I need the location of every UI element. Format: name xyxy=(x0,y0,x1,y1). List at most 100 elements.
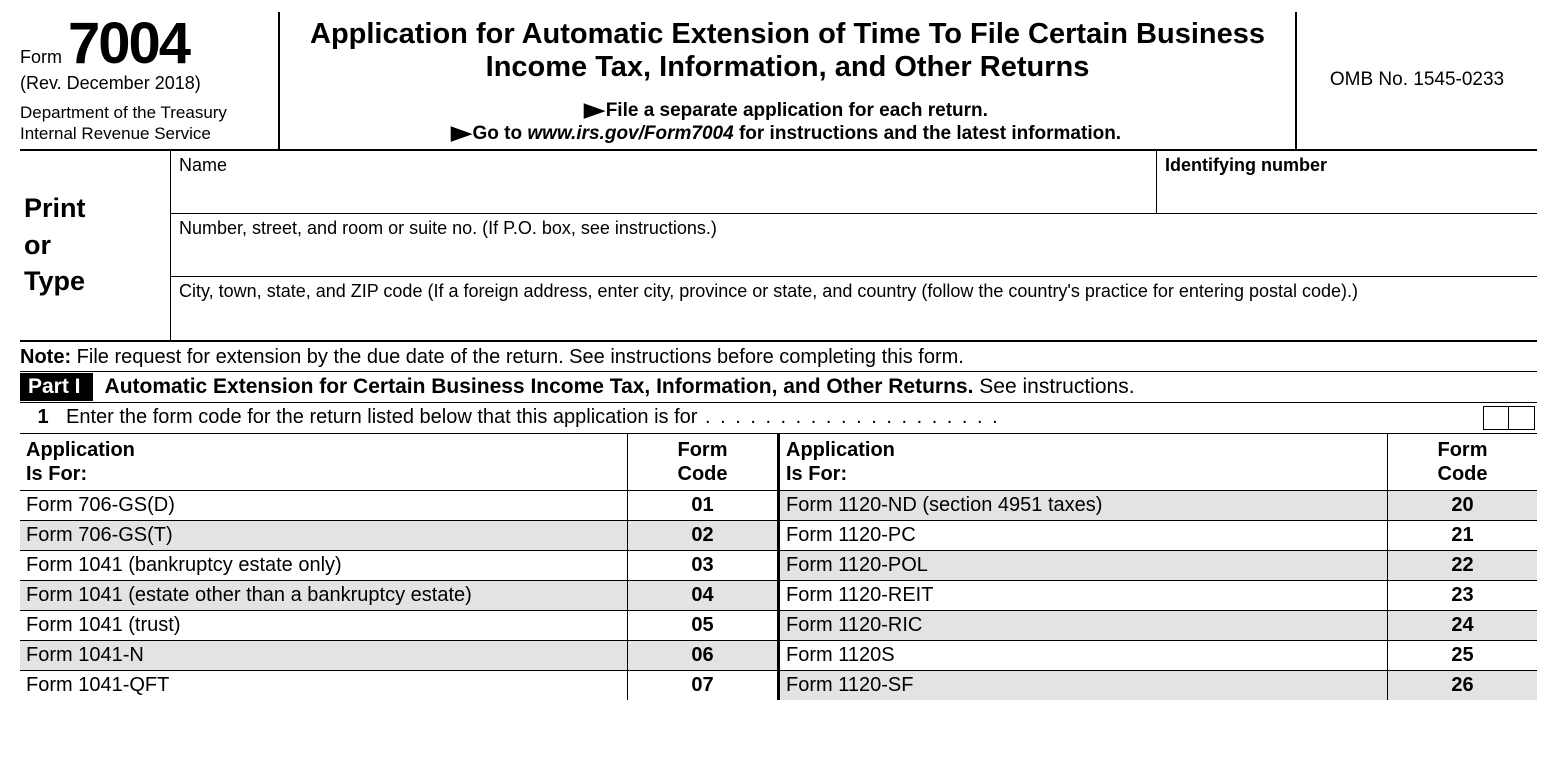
right-rows-container: Form 1120-ND (section 4951 taxes)20Form … xyxy=(780,491,1537,700)
header-form-code: FormCode xyxy=(1387,434,1537,490)
header-form-code: FormCode xyxy=(627,434,777,490)
form-code: 01 xyxy=(627,491,777,520)
revision-date: (Rev. December 2018) xyxy=(20,73,270,94)
application-name: Form 706-GS(T) xyxy=(20,521,627,550)
identity-fields: Name Identifying number Number, street, … xyxy=(170,151,1537,340)
table-row: Form 706-GS(D)01 xyxy=(20,491,777,521)
application-name: Form 1041 (estate other than a bankruptc… xyxy=(20,581,627,610)
form-number-line: Form 7004 xyxy=(20,16,270,71)
note-bold: Note: xyxy=(20,346,71,368)
print-or-type: Print or Type xyxy=(20,151,170,340)
table-row: Form 1120-RIC24 xyxy=(780,611,1537,641)
sub1-text: File a separate application for each ret… xyxy=(606,100,988,121)
table-right-column: ApplicationIs For: FormCode Form 1120-ND… xyxy=(780,434,1537,700)
form-7004: Form 7004 (Rev. December 2018) Departmen… xyxy=(20,12,1537,700)
application-name: Form 706-GS(D) xyxy=(20,491,627,520)
table-row: Form 1120-SF26 xyxy=(780,671,1537,700)
table-header-right: ApplicationIs For: FormCode xyxy=(780,434,1537,491)
application-table: ApplicationIs For: FormCode Form 706-GS(… xyxy=(20,434,1537,700)
arrow-icon: ▶ xyxy=(584,99,604,122)
sub-line-2: ▶Go to www.irs.gov/Form7004 for instruct… xyxy=(294,122,1281,145)
form-code: 02 xyxy=(627,521,777,550)
part-badge: Part I xyxy=(20,373,93,401)
print-type-text: Print or Type xyxy=(24,190,86,299)
table-row: Form 1041 (bankruptcy estate only)03 xyxy=(20,551,777,581)
form-code-entry[interactable] xyxy=(1483,406,1535,430)
application-name: Form 1041 (bankruptcy estate only) xyxy=(20,551,627,580)
identity-block: Print or Type Name Identifying number Nu… xyxy=(20,151,1537,342)
sub2-post: for instructions and the latest informat… xyxy=(734,123,1121,144)
application-name: Form 1120S xyxy=(780,641,1387,670)
form-code: 06 xyxy=(627,641,777,670)
table-row: Form 1041-N06 xyxy=(20,641,777,671)
application-name: Form 1041-N xyxy=(20,641,627,670)
table-header-left: ApplicationIs For: FormCode xyxy=(20,434,777,491)
form-code: 04 xyxy=(627,581,777,610)
form-code: 07 xyxy=(627,671,777,700)
application-name: Form 1120-POL xyxy=(780,551,1387,580)
header-application: ApplicationIs For: xyxy=(780,434,1387,490)
pt-line-1: Print xyxy=(24,190,86,226)
part-title-rest: See instructions. xyxy=(973,375,1134,398)
header-application: ApplicationIs For: xyxy=(20,434,627,490)
header-right: OMB No. 1545-0233 xyxy=(1297,12,1537,149)
header-left: Form 7004 (Rev. December 2018) Departmen… xyxy=(20,12,280,149)
pt-line-2: or xyxy=(24,227,86,263)
table-row: Form 1120S25 xyxy=(780,641,1537,671)
application-name: Form 1041-QFT xyxy=(20,671,627,700)
form-label: Form xyxy=(20,47,62,68)
application-name: Form 1041 (trust) xyxy=(20,611,627,640)
table-row: Form 1120-PC21 xyxy=(780,521,1537,551)
table-row: Form 1120-POL22 xyxy=(780,551,1537,581)
table-row: Form 1120-REIT23 xyxy=(780,581,1537,611)
form-number: 7004 xyxy=(68,16,189,71)
application-name: Form 1120-SF xyxy=(780,671,1387,700)
form-code: 21 xyxy=(1387,521,1537,550)
name-field[interactable]: Name xyxy=(171,151,1157,213)
name-row: Name Identifying number xyxy=(170,151,1537,214)
dept-line-2: Internal Revenue Service xyxy=(20,123,270,144)
sub2-link: www.irs.gov/Form7004 xyxy=(527,123,733,144)
dept-line-1: Department of the Treasury xyxy=(20,102,270,123)
line-1-number: 1 xyxy=(20,406,66,429)
application-name: Form 1120-PC xyxy=(780,521,1387,550)
application-name: Form 1120-RIC xyxy=(780,611,1387,640)
part-1-header: Part I Automatic Extension for Certain B… xyxy=(20,371,1537,403)
form-code: 24 xyxy=(1387,611,1537,640)
left-rows-container: Form 706-GS(D)01Form 706-GS(T)02Form 104… xyxy=(20,491,777,700)
form-header: Form 7004 (Rev. December 2018) Departmen… xyxy=(20,12,1537,151)
sub-instructions: ▶File a separate application for each re… xyxy=(294,99,1281,145)
city-field[interactable]: City, town, state, and ZIP code (If a fo… xyxy=(170,277,1537,340)
line-1: 1 Enter the form code for the return lis… xyxy=(20,403,1537,434)
omb-number: OMB No. 1545-0233 xyxy=(1330,69,1504,91)
line-1-text: Enter the form code for the return liste… xyxy=(66,406,1475,429)
sub-line-1: ▶File a separate application for each re… xyxy=(294,99,1281,122)
identifying-number-field[interactable]: Identifying number xyxy=(1157,151,1537,213)
department: Department of the Treasury Internal Reve… xyxy=(20,102,270,145)
form-code: 25 xyxy=(1387,641,1537,670)
pt-line-3: Type xyxy=(24,263,86,299)
form-code: 26 xyxy=(1387,671,1537,700)
table-row: Form 706-GS(T)02 xyxy=(20,521,777,551)
note-text: File request for extension by the due da… xyxy=(71,346,964,368)
form-code: 05 xyxy=(627,611,777,640)
sub2-pre: Go to xyxy=(473,123,528,144)
part-title: Automatic Extension for Certain Business… xyxy=(105,375,1135,399)
table-row: Form 1120-ND (section 4951 taxes)20 xyxy=(780,491,1537,521)
application-name: Form 1120-ND (section 4951 taxes) xyxy=(780,491,1387,520)
table-row: Form 1041-QFT07 xyxy=(20,671,777,700)
form-title: Application for Automatic Extension of T… xyxy=(294,18,1281,85)
form-code: 20 xyxy=(1387,491,1537,520)
form-code: 03 xyxy=(627,551,777,580)
note-line: Note: File request for extension by the … xyxy=(20,342,1537,371)
code-box-1[interactable] xyxy=(1483,406,1509,430)
header-center: Application for Automatic Extension of T… xyxy=(280,12,1297,149)
form-code: 22 xyxy=(1387,551,1537,580)
address-field[interactable]: Number, street, and room or suite no. (I… xyxy=(170,214,1537,277)
code-box-2[interactable] xyxy=(1509,406,1535,430)
table-left-column: ApplicationIs For: FormCode Form 706-GS(… xyxy=(20,434,780,700)
form-code: 23 xyxy=(1387,581,1537,610)
part-title-bold: Automatic Extension for Certain Business… xyxy=(105,375,974,398)
table-row: Form 1041 (trust)05 xyxy=(20,611,777,641)
table-row: Form 1041 (estate other than a bankruptc… xyxy=(20,581,777,611)
